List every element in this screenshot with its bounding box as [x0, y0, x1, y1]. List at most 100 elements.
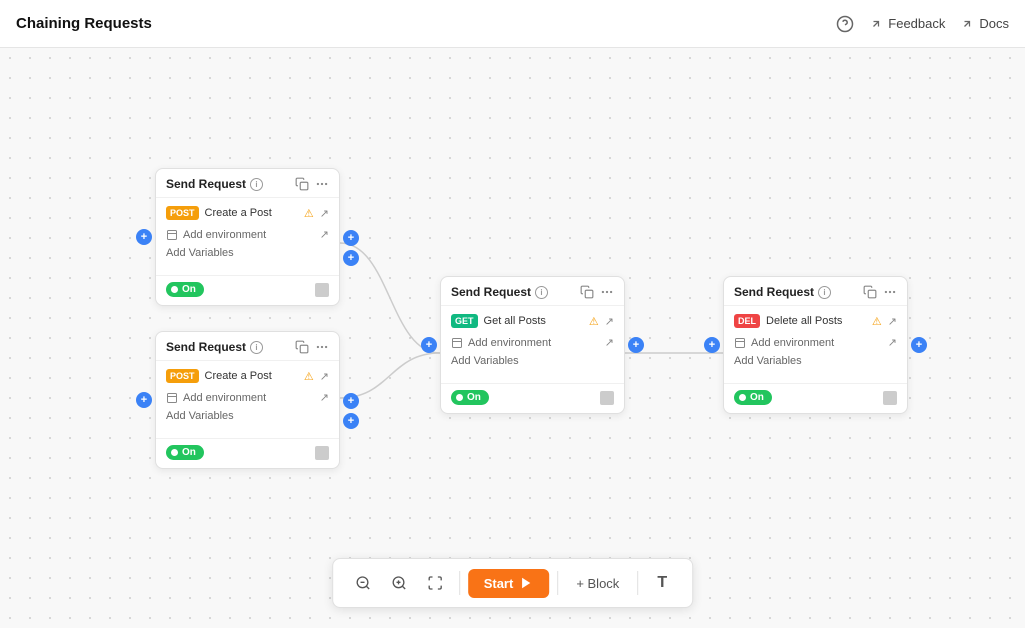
right-plus-bot-2[interactable]: + — [343, 413, 359, 429]
add-vars-4[interactable]: Add Variables — [734, 355, 897, 367]
left-plus-1[interactable]: + — [136, 229, 152, 245]
card-header-icons-3 — [580, 285, 614, 299]
on-badge-1[interactable]: On — [166, 282, 204, 297]
env-ext-3[interactable]: ↗ — [605, 336, 614, 349]
env-ext-4[interactable]: ↗ — [888, 336, 897, 349]
left-plus-4[interactable]: + — [704, 337, 720, 353]
ext-link-1[interactable]: ↗ — [320, 207, 329, 220]
docs-btn[interactable]: Docs — [961, 16, 1009, 31]
card-title-1: Send Request i — [166, 177, 263, 191]
card-body-3: GET Get all Posts ⚠ ↗ Add environment ↗ … — [441, 306, 624, 383]
card-footer-2: On — [156, 438, 339, 468]
zoom-out-button[interactable] — [347, 567, 379, 599]
card-header-3: Send Request i — [441, 277, 624, 306]
info-icon-4[interactable]: i — [818, 286, 831, 299]
more-icon-1[interactable] — [315, 177, 329, 191]
on-badge-2[interactable]: On — [166, 445, 204, 460]
more-icon-4[interactable] — [883, 285, 897, 299]
ext-link-3[interactable]: ↗ — [605, 315, 614, 328]
card-send-request-3: Send Request i GET Get all Posts ⚠ ↗ Add… — [440, 276, 625, 414]
endpoint-2: Create a Post — [205, 370, 296, 382]
left-plus-2[interactable]: + — [136, 392, 152, 408]
endpoint-4: Delete all Posts — [766, 315, 864, 327]
warning-icon-3: ⚠ — [589, 315, 599, 328]
copy-icon-1[interactable] — [295, 177, 309, 191]
right-plus-top-2[interactable]: + — [343, 393, 359, 409]
add-block-button[interactable]: + Block — [566, 569, 629, 598]
info-icon-3[interactable]: i — [535, 286, 548, 299]
card-title-2: Send Request i — [166, 340, 263, 354]
right-plus-1: + + — [343, 230, 359, 266]
env-ext-1[interactable]: ↗ — [320, 228, 329, 241]
env-row-4[interactable]: Add environment ↗ — [734, 336, 897, 349]
feedback-btn[interactable]: Feedback — [870, 16, 945, 31]
card-footer-4: On — [724, 383, 907, 413]
on-badge-4[interactable]: On — [734, 390, 772, 405]
card-header-icons-4 — [863, 285, 897, 299]
card-title-4: Send Request i — [734, 285, 831, 299]
stop-btn-4[interactable] — [883, 391, 897, 405]
add-vars-2[interactable]: Add Variables — [166, 410, 329, 422]
right-plus-top-1[interactable]: + — [343, 230, 359, 246]
more-icon-2[interactable] — [315, 340, 329, 354]
method-row-1: POST Create a Post ⚠ ↗ — [166, 206, 329, 220]
endpoint-3: Get all Posts — [484, 315, 581, 327]
env-icon-4 — [734, 337, 746, 349]
toolbar: Start + Block T — [332, 558, 694, 608]
card-footer-3: On — [441, 383, 624, 413]
method-badge-2: POST — [166, 369, 199, 383]
card-header-1: Send Request i — [156, 169, 339, 198]
canvas: Send Request i POST Create a Post ⚠ ↗ Ad… — [0, 48, 1025, 628]
card-header-2: Send Request i — [156, 332, 339, 361]
right-plus-4[interactable]: + — [911, 337, 927, 353]
info-icon-1[interactable]: i — [250, 178, 263, 191]
copy-icon-3[interactable] — [580, 285, 594, 299]
card-header-icons-1 — [295, 177, 329, 191]
env-row-3[interactable]: Add environment ↗ — [451, 336, 614, 349]
left-plus-3[interactable]: + — [421, 337, 437, 353]
method-row-3: GET Get all Posts ⚠ ↗ — [451, 314, 614, 328]
stop-btn-2[interactable] — [315, 446, 329, 460]
card-footer-1: On — [156, 275, 339, 305]
zoom-in-button[interactable] — [383, 567, 415, 599]
header: Chaining Requests Feedback Docs — [0, 0, 1025, 48]
card-header-4: Send Request i — [724, 277, 907, 306]
toolbar-divider-2 — [557, 571, 558, 595]
env-ext-2[interactable]: ↗ — [320, 391, 329, 404]
more-icon-3[interactable] — [600, 285, 614, 299]
right-plus-bot-1[interactable]: + — [343, 250, 359, 266]
card-title-3: Send Request i — [451, 285, 548, 299]
card-send-request-2: Send Request i POST Create a Post ⚠ ↗ Ad… — [155, 331, 340, 469]
copy-icon-2[interactable] — [295, 340, 309, 354]
help-icon-btn[interactable] — [836, 15, 854, 33]
info-icon-2[interactable]: i — [250, 341, 263, 354]
ext-link-2[interactable]: ↗ — [320, 370, 329, 383]
warning-icon-4: ⚠ — [872, 315, 882, 328]
method-row-2: POST Create a Post ⚠ ↗ — [166, 369, 329, 383]
stop-btn-3[interactable] — [600, 391, 614, 405]
add-vars-3[interactable]: Add Variables — [451, 355, 614, 367]
method-badge-3: GET — [451, 314, 478, 328]
stop-btn-1[interactable] — [315, 283, 329, 297]
toolbar-divider-1 — [459, 571, 460, 595]
env-row-2[interactable]: Add environment ↗ — [166, 391, 329, 404]
warning-icon-2: ⚠ — [304, 370, 314, 383]
copy-icon-4[interactable] — [863, 285, 877, 299]
on-badge-3[interactable]: On — [451, 390, 489, 405]
env-icon-3 — [451, 337, 463, 349]
env-icon-2 — [166, 392, 178, 404]
env-row-1[interactable]: Add environment ↗ — [166, 228, 329, 241]
start-button[interactable]: Start — [468, 569, 550, 598]
ext-link-4[interactable]: ↗ — [888, 315, 897, 328]
endpoint-1: Create a Post — [205, 207, 296, 219]
method-row-4: DEL Delete all Posts ⚠ ↗ — [734, 314, 897, 328]
card-body-4: DEL Delete all Posts ⚠ ↗ Add environment… — [724, 306, 907, 383]
card-header-icons-2 — [295, 340, 329, 354]
fit-view-button[interactable] — [419, 567, 451, 599]
card-send-request-1: Send Request i POST Create a Post ⚠ ↗ Ad… — [155, 168, 340, 306]
header-actions: Feedback Docs — [836, 15, 1009, 33]
page-title: Chaining Requests — [16, 15, 152, 32]
add-vars-1[interactable]: Add Variables — [166, 247, 329, 259]
text-tool-button[interactable]: T — [646, 567, 678, 599]
right-plus-3[interactable]: + — [628, 337, 644, 353]
